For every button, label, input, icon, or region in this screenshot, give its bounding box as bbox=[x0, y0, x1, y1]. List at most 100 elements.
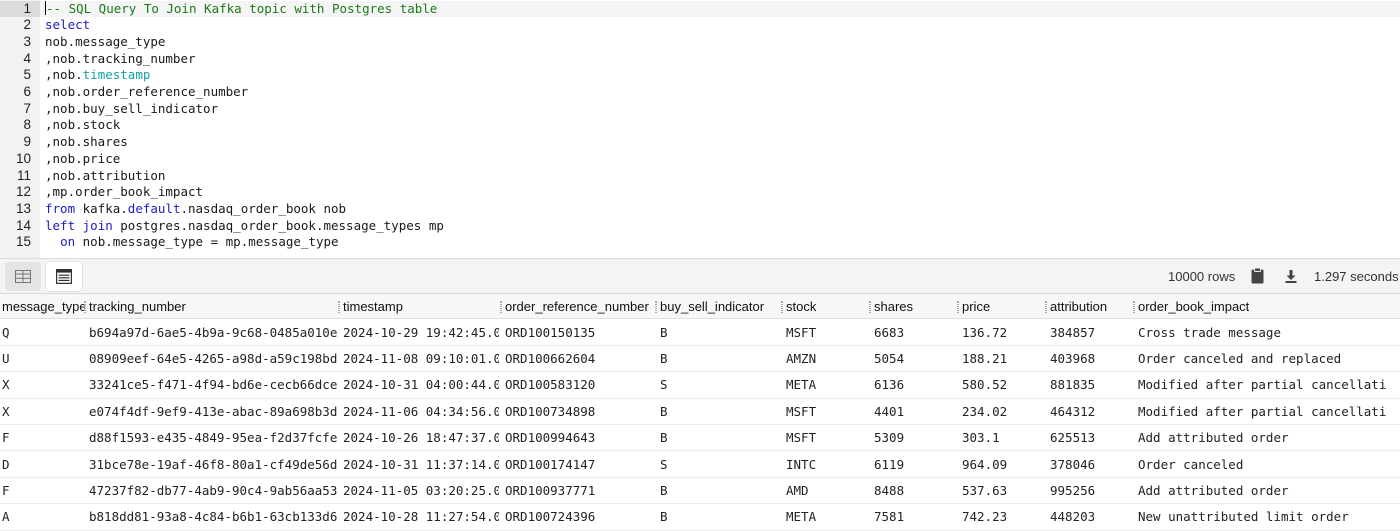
cell-tracking-number: e074f4df-9ef9-413e-abac-89a698b3d bbox=[89, 403, 337, 419]
cell-tracking-number: b694a97d-6ae5-4b9a-9c68-0485a010e0 bbox=[89, 324, 337, 340]
sql-token: .nasdaq_order_book nob bbox=[180, 200, 347, 216]
cell-price: 188.21 bbox=[962, 350, 1008, 366]
code-line[interactable]: 3 nob.message_type bbox=[0, 34, 1400, 51]
column-header[interactable]: order_reference_number bbox=[503, 294, 656, 319]
sql-editor[interactable]: 1 -- SQL Query To Join Kafka topic with P… bbox=[0, 0, 1400, 258]
table-row[interactable]: U 08909eef-64e5-4265-a98d-a59c198bd 2024-1… bbox=[0, 345, 1400, 373]
code-line[interactable]: 14 left join postgres.nasdaq_order_book.m… bbox=[0, 218, 1400, 235]
code-line[interactable]: 9 ,nob.shares bbox=[0, 134, 1400, 151]
cell-shares: 4401 bbox=[874, 403, 905, 419]
cell-timestamp: 2024-10-31 04:00:44.0 bbox=[343, 377, 499, 393]
column-resize-handle[interactable] bbox=[1045, 301, 1047, 313]
column-header[interactable]: price bbox=[960, 294, 1046, 319]
code-line[interactable]: 1 -- SQL Query To Join Kafka topic with P… bbox=[0, 0, 1400, 18]
code-text: ,nob.buy_sell_indicator bbox=[45, 101, 218, 118]
sql-keyword: select bbox=[45, 17, 91, 33]
column-header[interactable]: buy_sell_indicator bbox=[658, 294, 782, 319]
sql-keyword: join bbox=[82, 217, 113, 233]
cell-order-book-impact: Modified after partial cancellati bbox=[1138, 377, 1387, 393]
table-row[interactable]: Qb694a97d-6ae5-4b9a-9c68-0485a010e0 2024-… bbox=[0, 319, 1400, 346]
sql-token: ,nob.price bbox=[45, 150, 121, 166]
line-number: 15 bbox=[15, 234, 31, 250]
code-line[interactable]: 12 ,mp.order_book_impact bbox=[0, 184, 1400, 201]
code-text: select bbox=[45, 17, 90, 34]
cell-shares: 8488 bbox=[874, 482, 905, 498]
line-number: 6 bbox=[23, 84, 31, 99]
table-row[interactable]: Fd88f1593-e435-4849-95ea-f2d37fcfe 2024-1… bbox=[0, 425, 1400, 452]
column-resize-handle[interactable] bbox=[957, 301, 959, 313]
column-resize-handle[interactable] bbox=[1133, 301, 1135, 313]
grid-view-button[interactable] bbox=[5, 262, 41, 291]
line-number: 13 bbox=[15, 200, 31, 216]
column-header[interactable]: attribution bbox=[1048, 294, 1134, 319]
table-header: message_type tracking_number timestamp orde… bbox=[0, 294, 1400, 319]
code-text: ,nob.price bbox=[45, 151, 120, 168]
code-line[interactable]: 2 select bbox=[0, 17, 1400, 34]
code-text: nob.message_type bbox=[45, 34, 165, 51]
column-resize-handle[interactable] bbox=[500, 301, 502, 313]
column-resize-handle[interactable] bbox=[84, 301, 86, 313]
table-row[interactable]: Ab818dd81-93a8-4c84-b6b1-63cb133d6 2024-1… bbox=[0, 504, 1400, 531]
code-line[interactable]: 6 ,nob.order_reference_number bbox=[0, 84, 1400, 101]
cell-timestamp: 2024-10-29 19:42:45.0 bbox=[343, 324, 499, 340]
column-header[interactable]: stock bbox=[784, 294, 870, 319]
line-number: 10 bbox=[15, 150, 31, 166]
code-line[interactable]: 15 on nob.message_type = mp.message_type bbox=[0, 234, 1400, 251]
column-resize-handle[interactable] bbox=[338, 301, 340, 313]
code-line[interactable]: 5 ,nob.timestamp bbox=[0, 67, 1400, 84]
cell-buy-sell-indicator: B bbox=[660, 403, 668, 419]
column-header[interactable]: message_type bbox=[0, 294, 85, 319]
column-header[interactable]: order_book_impact bbox=[1136, 294, 1400, 319]
cell-timestamp: 2024-11-05 03:20:25.0 bbox=[343, 482, 499, 498]
cell-order-reference-number: ORD100662604 bbox=[505, 350, 596, 366]
list-view-button[interactable] bbox=[46, 262, 82, 291]
cell-order-book-impact: Add attributed order bbox=[1138, 482, 1289, 498]
clipboard-icon[interactable] bbox=[1251, 268, 1264, 284]
column-resize-handle[interactable] bbox=[869, 301, 871, 313]
column-header[interactable]: timestamp bbox=[341, 294, 499, 319]
cell-stock: MSFT bbox=[786, 430, 817, 446]
cell-buy-sell-indicator: S bbox=[660, 456, 668, 472]
cell-stock: AMD bbox=[786, 482, 809, 498]
cell-attribution: 384857 bbox=[1050, 324, 1096, 340]
cell-order-book-impact: Order canceled bbox=[1138, 456, 1244, 472]
code-line[interactable]: 13 from kafka.default.nasdaq_order_book n… bbox=[0, 201, 1400, 218]
sql-keyword: on bbox=[60, 234, 76, 250]
cell-buy-sell-indicator: B bbox=[660, 350, 668, 366]
results-toolbar: 10000 rows 1.297 seconds bbox=[0, 258, 1400, 294]
code-line[interactable]: 8 ,nob.stock bbox=[0, 117, 1400, 134]
cell-message-type: Q bbox=[2, 324, 10, 340]
sql-token: nob.message_type = mp.message_type bbox=[75, 234, 339, 250]
code-line[interactable]: 4 ,nob.tracking_number bbox=[0, 51, 1400, 68]
sql-token: ,mp.order_book_impact bbox=[45, 184, 204, 200]
sql-token: ,nob. bbox=[45, 67, 83, 83]
cell-message-type: A bbox=[2, 509, 10, 525]
code-text: from kafka.default.nasdaq_order_book nob bbox=[45, 201, 346, 218]
line-number: 2 bbox=[23, 17, 31, 33]
column-header[interactable]: shares bbox=[872, 294, 958, 319]
sql-token: ,nob.tracking_number bbox=[45, 50, 196, 66]
download-icon[interactable] bbox=[1285, 270, 1297, 283]
grid-view-icon bbox=[15, 270, 31, 283]
code-line[interactable]: 10 ,nob.price bbox=[0, 151, 1400, 168]
line-number: 12 bbox=[15, 184, 31, 200]
table-row[interactable]: Xe074f4df-9ef9-413e-abac-89a698b3d 2024-1… bbox=[0, 398, 1400, 426]
cell-attribution: 625513 bbox=[1050, 430, 1096, 446]
table-row[interactable]: X 33241ce5-f471-4f94-bd6e-cecb66dce 2024-1… bbox=[0, 372, 1400, 399]
cell-order-book-impact: Modified after partial cancellati bbox=[1138, 403, 1387, 419]
cell-attribution: 378046 bbox=[1050, 456, 1096, 472]
cell-price: 964.09 bbox=[962, 456, 1008, 472]
column-resize-handle[interactable] bbox=[781, 301, 783, 313]
query-duration: 1.297 seconds bbox=[1314, 269, 1399, 284]
cell-order-book-impact: Add attributed order bbox=[1138, 430, 1289, 446]
column-resize-handle[interactable] bbox=[655, 301, 657, 313]
cell-order-reference-number: ORD100734898 bbox=[505, 403, 596, 419]
cell-timestamp: 2024-10-26 18:47:37.0 bbox=[343, 430, 499, 446]
cell-attribution: 448203 bbox=[1050, 509, 1096, 525]
table-row[interactable]: D 31bce78e-19af-46f8-80a1-cf49de56d 2024-1… bbox=[0, 451, 1400, 478]
code-line[interactable]: 11 ,nob.attribution bbox=[0, 168, 1400, 185]
code-line[interactable]: 7 ,nob.buy_sell_indicator bbox=[0, 101, 1400, 118]
sql-token: ,nob.buy_sell_indicator bbox=[45, 100, 219, 116]
table-row[interactable]: F 47237f82-db77-4ab9-90c4-9ab56aa53 2024-1… bbox=[0, 477, 1400, 505]
column-header[interactable]: tracking_number bbox=[87, 294, 337, 319]
